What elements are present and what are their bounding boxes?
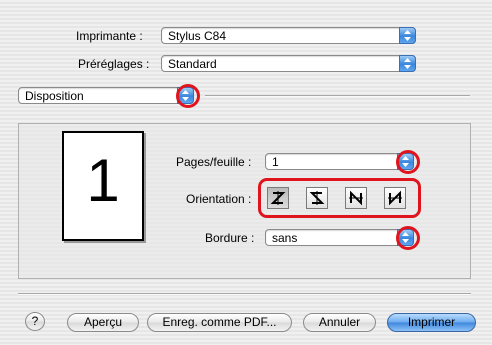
border-popup[interactable]: sans — [265, 229, 414, 246]
presets-value: Standard — [168, 57, 217, 71]
pages-per-sheet-popup[interactable]: 1 — [265, 153, 414, 170]
preview-button[interactable]: Aperçu — [67, 313, 139, 332]
presets-label: Préréglages : — [78, 57, 150, 71]
border-label: Bordure : — [205, 231, 255, 245]
printer-popup[interactable]: Stylus C84 — [161, 27, 416, 44]
print-button[interactable]: Imprimer — [387, 313, 476, 332]
z-orientation-icon[interactable] — [267, 187, 289, 209]
help-button[interactable]: ? — [25, 312, 45, 331]
presets-popup[interactable]: Standard — [161, 55, 416, 72]
updown-arrows-icon — [399, 27, 416, 44]
updown-arrows-icon — [399, 55, 416, 72]
panel-value: Disposition — [25, 89, 84, 103]
n-orientation-icon[interactable] — [345, 187, 367, 209]
reverse-z-orientation-icon[interactable] — [306, 187, 328, 209]
printer-label: Imprimante : — [76, 29, 143, 43]
bottom-divider — [18, 293, 471, 295]
page-preview: 1 — [62, 131, 144, 241]
printer-value: Stylus C84 — [168, 29, 227, 43]
help-icon: ? — [31, 314, 39, 328]
panel-divider — [205, 95, 470, 97]
reverse-n-orientation-icon[interactable] — [384, 187, 406, 209]
orientation-label: Orientation : — [186, 192, 252, 206]
border-value: sans — [272, 231, 298, 245]
pages-per-sheet-value: 1 — [272, 155, 279, 169]
panel-popup[interactable]: Disposition — [18, 87, 194, 104]
updown-arrows-icon — [397, 229, 414, 246]
preview-page-number: 1 — [86, 147, 120, 214]
save-as-pdf-button[interactable]: Enreg. comme PDF... — [147, 313, 292, 332]
pages-per-sheet-label: Pages/feuille : — [176, 155, 252, 169]
updown-arrows-icon — [397, 153, 414, 170]
cancel-button[interactable]: Annuler — [303, 313, 376, 332]
updown-arrows-icon — [177, 87, 194, 104]
